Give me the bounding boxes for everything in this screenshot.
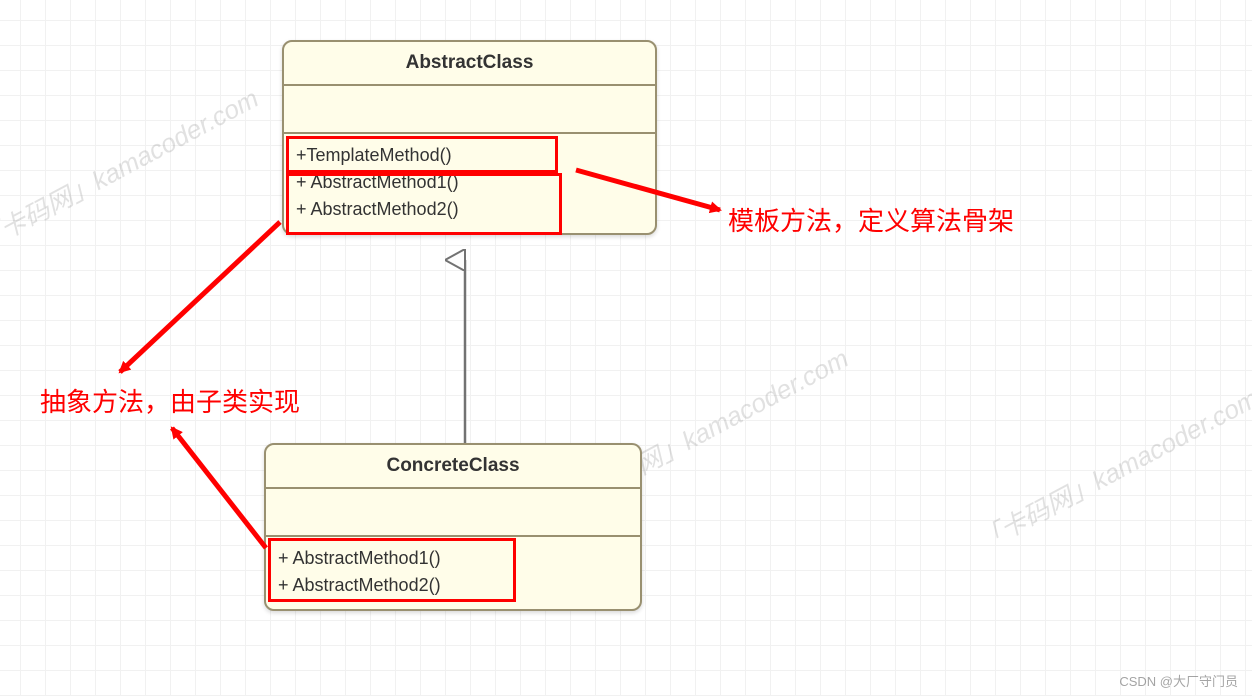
method-abstract2: + AbstractMethod2()	[296, 196, 643, 223]
concrete-class-box: ConcreteClass + AbstractMethod1() + Abst…	[264, 443, 642, 611]
watermark-text: 「卡码网」kamacoder.com	[0, 78, 264, 258]
concrete-method2: + AbstractMethod2()	[278, 572, 628, 599]
abstract-class-box: AbstractClass +TemplateMethod() + Abstra…	[282, 40, 657, 235]
annotation-abstract-method: 抽象方法，由子类实现	[40, 382, 300, 419]
concrete-class-title: ConcreteClass	[266, 445, 640, 489]
footer-credit: CSDN @大厂守门员	[1119, 671, 1238, 690]
abstract-class-title: AbstractClass	[284, 42, 655, 86]
annotation-template-method: 模板方法，定义算法骨架	[728, 201, 1014, 238]
abstract-class-methods: +TemplateMethod() + AbstractMethod1() + …	[284, 134, 655, 233]
concrete-method1: + AbstractMethod1()	[278, 545, 628, 572]
concrete-class-methods: + AbstractMethod1() + AbstractMethod2()	[266, 537, 640, 609]
arrow-abstract-note-top	[120, 222, 280, 372]
watermark-text: 「卡码网」kamacoder.com	[970, 378, 1252, 558]
method-template: +TemplateMethod()	[296, 142, 643, 169]
arrow-abstract-note-bottom	[172, 428, 266, 548]
method-abstract1: + AbstractMethod1()	[296, 169, 643, 196]
abstract-class-attrs	[284, 86, 655, 134]
concrete-class-attrs	[266, 489, 640, 537]
